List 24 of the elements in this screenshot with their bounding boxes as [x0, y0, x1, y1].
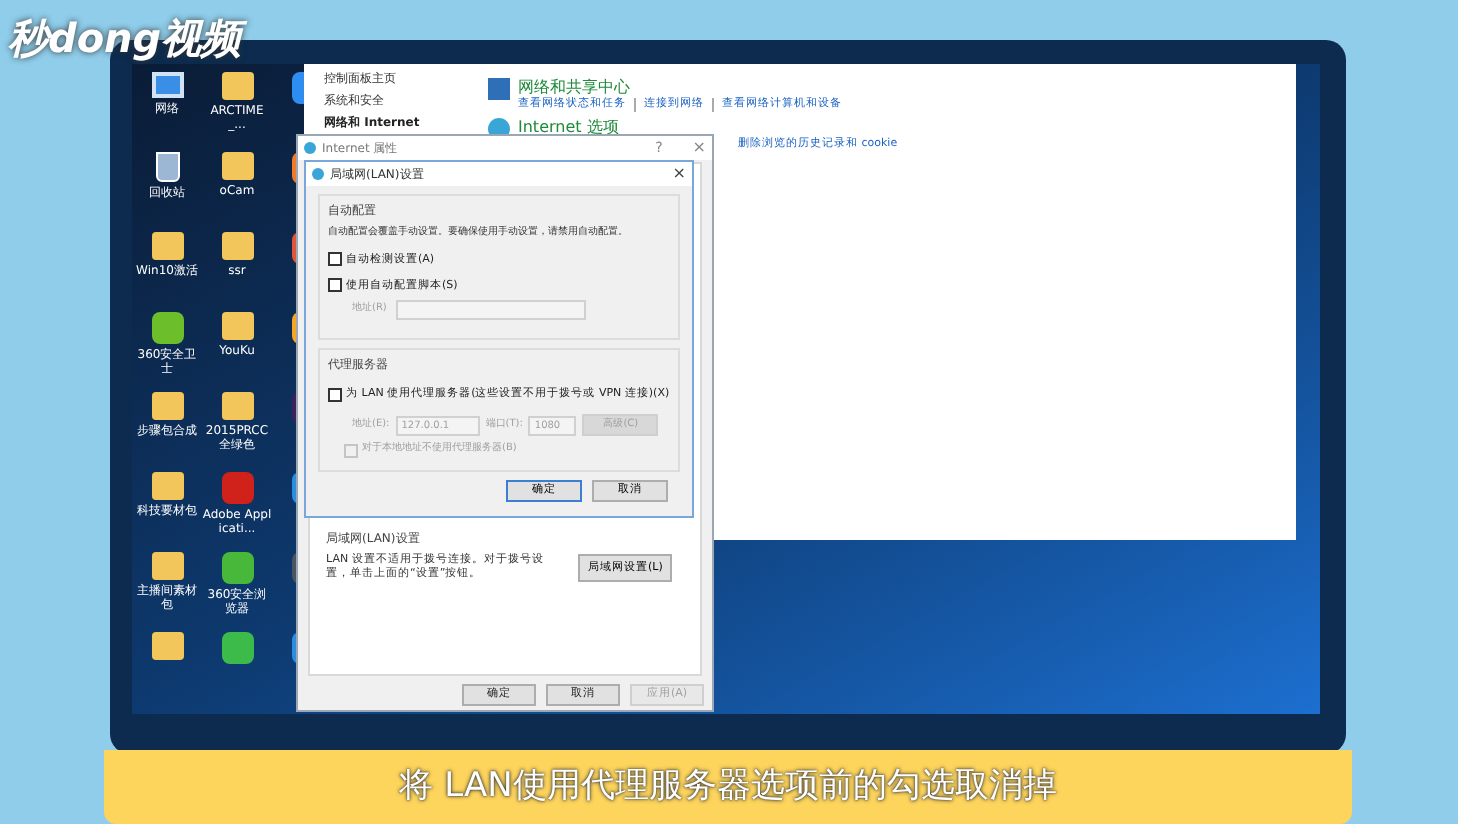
- close-button[interactable]: ×: [672, 162, 686, 186]
- folder-icon: [221, 72, 253, 100]
- recycle-bin-icon: [155, 152, 179, 182]
- globe-icon: [312, 168, 324, 180]
- folder-icon: [151, 232, 183, 260]
- folder-icon: [221, 392, 253, 420]
- folder-icon: [151, 392, 183, 420]
- checkbox[interactable]: [328, 387, 342, 402]
- monitor-icon: [151, 72, 183, 98]
- network-icon: [488, 78, 510, 100]
- folder-icon: [151, 552, 183, 580]
- caption-text: 将 LAN使用代理服务器选项前的勾选取消掉: [399, 763, 1057, 810]
- category-title[interactable]: Internet 选项: [518, 118, 898, 136]
- close-button[interactable]: ×: [692, 136, 706, 160]
- folder-icon: [151, 472, 183, 500]
- checkbox[interactable]: [328, 278, 342, 293]
- folder-icon: [221, 152, 253, 180]
- folder-icon: [221, 232, 253, 260]
- category-title[interactable]: 网络和共享中心: [518, 78, 842, 96]
- folder-icon: [221, 312, 253, 340]
- folder-icon: [151, 632, 183, 660]
- address-field[interactable]: [396, 300, 586, 320]
- globe-icon: [304, 142, 316, 154]
- checkbox[interactable]: [328, 252, 342, 267]
